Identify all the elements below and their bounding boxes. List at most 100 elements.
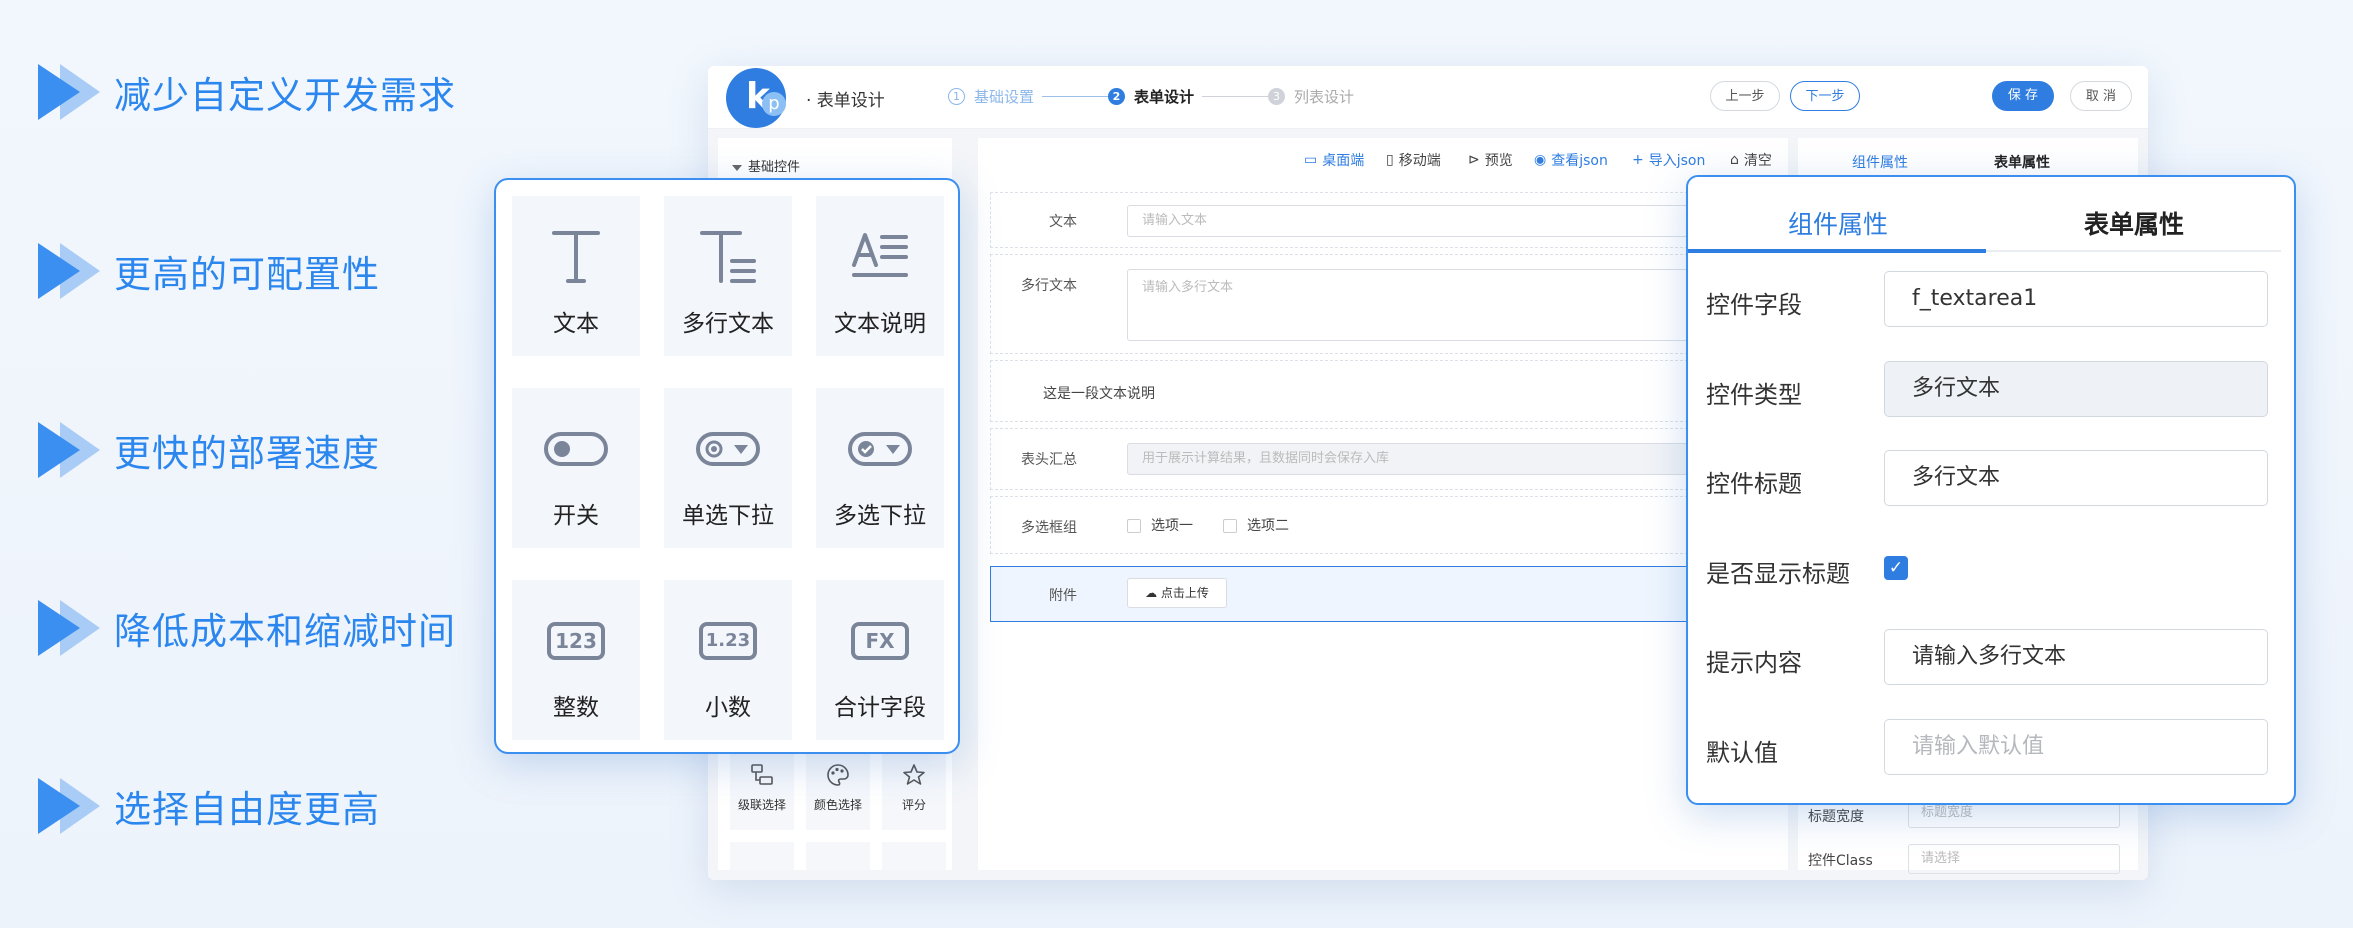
- checkbox-option-2[interactable]: 选项二: [1223, 515, 1289, 535]
- component-placeholder: [806, 842, 870, 870]
- control-type-input: 多行文本: [1884, 361, 2268, 417]
- component-multi-select[interactable]: 多选下拉: [816, 388, 944, 548]
- control-title-input[interactable]: 多行文本: [1884, 450, 2268, 506]
- component-decimal[interactable]: 1.23 小数: [664, 580, 792, 740]
- form-row-description[interactable]: 这是一段文本说明: [990, 360, 1788, 422]
- logo-letter-p: p: [762, 92, 786, 116]
- summary-input: 用于展示计算结果，且数据同时会保存入库: [1127, 443, 1727, 475]
- play-arrows-icon: [38, 600, 104, 656]
- save-button[interactable]: 保 存: [1992, 81, 2054, 111]
- form-row-attachment[interactable]: 附件 ☁ 点击上传: [990, 566, 1788, 622]
- step-form-design[interactable]: 2 表单设计: [1108, 86, 1194, 107]
- prev-step-button[interactable]: 上一步: [1710, 81, 1780, 111]
- component-switch[interactable]: 开关: [512, 388, 640, 548]
- form-row-summary[interactable]: 表头汇总 用于展示计算结果，且数据同时会保存入库: [990, 428, 1788, 490]
- feature-item: 更快的部署速度: [38, 420, 380, 480]
- checkbox[interactable]: [1127, 519, 1141, 533]
- play-arrows-icon: [38, 422, 104, 478]
- desktop-view-button[interactable]: ▭ 桌面端: [1304, 150, 1364, 170]
- tab-active-indicator: [1688, 249, 1986, 253]
- step-connector: [1042, 96, 1110, 97]
- cancel-button[interactable]: 取 消: [2070, 81, 2132, 111]
- placeholder-input[interactable]: 请输入多行文本: [1884, 629, 2268, 685]
- tab-form-properties[interactable]: 表单属性: [2084, 205, 2184, 241]
- clear-button[interactable]: ⌂ 清空: [1730, 150, 1772, 170]
- feature-text: 更快的部署速度: [114, 432, 380, 475]
- checkbox[interactable]: [1223, 519, 1237, 533]
- section-basic-controls[interactable]: 基础控件: [732, 156, 800, 175]
- mobile-icon: ▯: [1386, 152, 1394, 168]
- component-rate[interactable]: 评分: [882, 752, 946, 830]
- form-canvas: ▭ 桌面端 ▯ 移动端 ⊳ 预览 ◉ 查看json + 导入json ⌂ 清空 文本 请输入…: [978, 138, 1788, 870]
- top-bar: k p · 表单设计 1 基础设置 2 表单设计 3 列表设计 上一步 下一步 …: [708, 66, 2148, 129]
- trash-icon: ⌂: [1730, 152, 1739, 168]
- star-icon: [882, 762, 946, 792]
- form-row-checkbox-group[interactable]: 多选框组 选项一 选项二: [990, 496, 1788, 554]
- component-text-description[interactable]: 文本说明: [816, 196, 944, 356]
- play-circle-icon: ⊳: [1468, 152, 1480, 168]
- component-single-select[interactable]: 单选下拉: [664, 388, 792, 548]
- eye-icon: ◉: [1534, 152, 1547, 168]
- switch-icon: [512, 414, 640, 484]
- component-text[interactable]: 文本: [512, 196, 640, 356]
- feature-item: 选择自由度更高: [38, 776, 380, 836]
- app-logo: k p: [726, 68, 786, 128]
- feature-text: 减少自定义开发需求: [114, 74, 456, 117]
- component-color-picker[interactable]: 颜色选择: [806, 752, 870, 830]
- cascader-icon: [730, 762, 794, 792]
- component-placeholder: [730, 842, 794, 870]
- plus-icon: +: [1632, 152, 1644, 168]
- form-row-textarea[interactable]: 多行文本 请输入多行文本: [990, 254, 1788, 354]
- radio-select-icon: [664, 414, 792, 484]
- play-arrows-icon: [38, 64, 104, 120]
- show-title-checkbox[interactable]: ✓: [1884, 556, 1908, 580]
- app-title: · 表单设计: [806, 91, 885, 111]
- multiline-text-icon: [664, 222, 792, 292]
- textarea-input[interactable]: 请输入多行文本: [1127, 269, 1727, 341]
- feature-item: 减少自定义开发需求: [38, 62, 456, 122]
- monitor-icon: ▭: [1304, 152, 1318, 168]
- check-select-icon: [816, 414, 944, 484]
- tab-component-properties[interactable]: 组件属性: [1788, 205, 1888, 241]
- play-arrows-icon: [38, 778, 104, 834]
- text-icon: [512, 222, 640, 292]
- feature-text: 更高的可配置性: [114, 253, 380, 296]
- import-json-button[interactable]: + 导入json: [1632, 150, 1705, 170]
- feature-text: 选择自由度更高: [114, 788, 380, 831]
- step-basic-settings[interactable]: 1 基础设置: [948, 86, 1034, 107]
- mobile-view-button[interactable]: ▯ 移动端: [1386, 150, 1441, 170]
- control-class-select[interactable]: 请选择: [1908, 844, 2120, 874]
- text-input[interactable]: 请输入文本: [1127, 205, 1727, 237]
- description-text: 这是一段文本说明: [1043, 386, 1155, 402]
- preview-button[interactable]: ⊳ 预览: [1468, 150, 1513, 170]
- default-value-input[interactable]: 请输入默认值: [1884, 719, 2268, 775]
- checkbox-option-1[interactable]: 选项一: [1127, 515, 1193, 535]
- component-textarea[interactable]: 多行文本: [664, 196, 792, 356]
- step-connector: [1202, 96, 1270, 97]
- cloud-upload-icon: ☁: [1145, 586, 1161, 600]
- tab-form-props[interactable]: 表单属性: [1994, 152, 2050, 172]
- formula-icon: FX: [816, 606, 944, 676]
- component-properties-popup: 组件属性 表单属性 控件字段 f_textarea1 控件类型 多行文本 控件标…: [1686, 175, 2296, 805]
- component-cascader[interactable]: 级联选择: [730, 752, 794, 830]
- integer-icon: 123: [512, 606, 640, 676]
- feature-item: 降低成本和缩减时间: [38, 598, 456, 658]
- component-integer[interactable]: 123 整数: [512, 580, 640, 740]
- step-list-design[interactable]: 3 列表设计: [1268, 86, 1354, 107]
- tab-component-props[interactable]: 组件属性: [1852, 152, 1908, 172]
- feature-item: 更高的可配置性: [38, 241, 380, 301]
- field-key-input[interactable]: f_textarea1: [1884, 271, 2268, 327]
- form-row-text[interactable]: 文本 请输入文本: [990, 192, 1788, 248]
- upload-button[interactable]: ☁ 点击上传: [1127, 578, 1227, 608]
- component-sum-field[interactable]: FX 合计字段: [816, 580, 944, 740]
- next-step-button[interactable]: 下一步: [1790, 81, 1860, 111]
- decimal-icon: 1.23: [664, 606, 792, 676]
- component-palette-popup: 文本 多行文本 文本说明 开关 单选下拉 多选下拉 123 整数 1.23 小数…: [494, 178, 960, 754]
- view-json-button[interactable]: ◉ 查看json: [1534, 150, 1608, 170]
- feature-text: 降低成本和缩减时间: [114, 610, 456, 653]
- play-arrows-icon: [38, 243, 104, 299]
- palette-icon: [806, 762, 870, 792]
- component-placeholder: [882, 842, 946, 870]
- check-icon: ✓: [1888, 558, 1904, 578]
- text-description-icon: [816, 222, 944, 292]
